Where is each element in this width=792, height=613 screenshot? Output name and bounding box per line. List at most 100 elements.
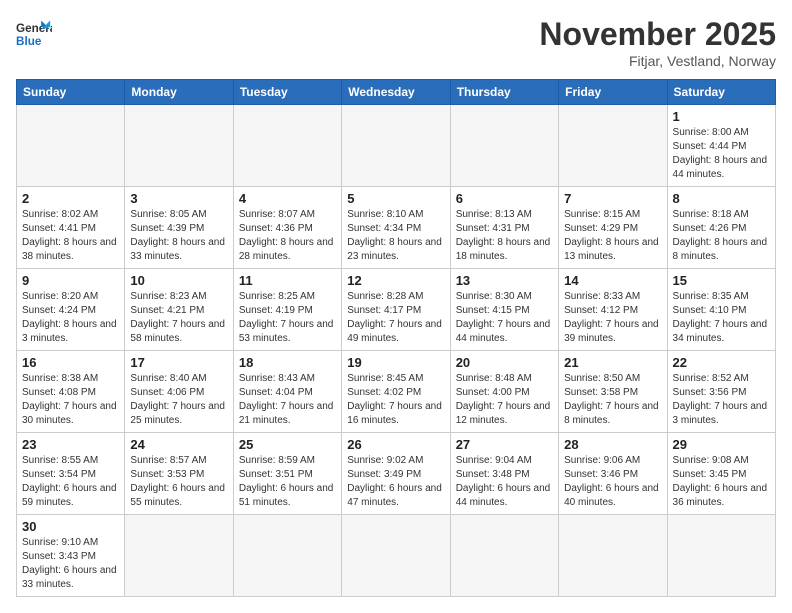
day-info: Sunrise: 9:10 AM Sunset: 3:43 PM Dayligh… xyxy=(22,536,119,592)
day-number: 16 xyxy=(22,355,119,370)
day-number: 12 xyxy=(347,273,444,288)
day-info: Sunrise: 9:08 AM Sunset: 3:45 PM Dayligh… xyxy=(673,454,770,510)
day-number: 18 xyxy=(239,355,336,370)
day-cell: 1 Sunrise: 8:00 AM Sunset: 4:44 PM Daylig… xyxy=(667,105,775,187)
day-number: 13 xyxy=(456,273,553,288)
day-info: Sunrise: 8:02 AM Sunset: 4:41 PM Dayligh… xyxy=(22,208,119,264)
day-number: 28 xyxy=(564,437,661,452)
logo-icon: General Blue xyxy=(16,16,52,52)
day-cell: 13 Sunrise: 8:30 AM Sunset: 4:15 PM Dayli… xyxy=(450,269,558,351)
day-cell: 22 Sunrise: 8:52 AM Sunset: 3:56 PM Dayli… xyxy=(667,351,775,433)
day-cell xyxy=(233,105,341,187)
day-cell: 25Sunrise: 8:59 AM Sunset: 3:51 PM Dayli… xyxy=(233,433,341,515)
week-row-1: 2Sunrise: 8:02 AM Sunset: 4:41 PM Daylig… xyxy=(17,187,776,269)
day-info: Sunrise: 8:48 AM Sunset: 4:00 PM Dayligh… xyxy=(456,372,553,428)
day-cell: 14 Sunrise: 8:33 AM Sunset: 4:12 PM Dayli… xyxy=(559,269,667,351)
day-number: 25 xyxy=(239,437,336,452)
day-number: 22 xyxy=(673,355,770,370)
day-number: 9 xyxy=(22,273,119,288)
day-cell: 16 Sunrise: 8:38 AM Sunset: 4:08 PM Dayli… xyxy=(17,351,125,433)
day-number: 7 xyxy=(564,191,661,206)
day-cell: 28 Sunrise: 9:06 AM Sunset: 3:46 PM Dayli… xyxy=(559,433,667,515)
day-number: 5 xyxy=(347,191,444,206)
day-info: Sunrise: 8:33 AM Sunset: 4:12 PM Dayligh… xyxy=(564,290,661,346)
day-cell: 6Sunrise: 8:13 AM Sunset: 4:31 PM Daylig… xyxy=(450,187,558,269)
week-row-0: 1 Sunrise: 8:00 AM Sunset: 4:44 PM Daylig… xyxy=(17,105,776,187)
day-number: 21 xyxy=(564,355,661,370)
day-info: Sunrise: 8:18 AM Sunset: 4:26 PM Dayligh… xyxy=(673,208,770,264)
day-info: Sunrise: 8:52 AM Sunset: 3:56 PM Dayligh… xyxy=(673,372,770,428)
day-cell: 4Sunrise: 8:07 AM Sunset: 4:36 PM Daylig… xyxy=(233,187,341,269)
title-block: November 2025 Fitjar, Vestland, Norway xyxy=(539,16,776,69)
day-cell xyxy=(125,105,233,187)
day-info: Sunrise: 9:04 AM Sunset: 3:48 PM Dayligh… xyxy=(456,454,553,510)
day-info: Sunrise: 8:05 AM Sunset: 4:39 PM Dayligh… xyxy=(130,208,227,264)
day-cell: 19Sunrise: 8:45 AM Sunset: 4:02 PM Dayli… xyxy=(342,351,450,433)
day-cell: 21Sunrise: 8:50 AM Sunset: 3:58 PM Dayli… xyxy=(559,351,667,433)
day-cell: 15 Sunrise: 8:35 AM Sunset: 4:10 PM Dayli… xyxy=(667,269,775,351)
day-cell: 9 Sunrise: 8:20 AM Sunset: 4:24 PM Daylig… xyxy=(17,269,125,351)
day-number: 11 xyxy=(239,273,336,288)
day-info: Sunrise: 8:15 AM Sunset: 4:29 PM Dayligh… xyxy=(564,208,661,264)
day-info: Sunrise: 8:23 AM Sunset: 4:21 PM Dayligh… xyxy=(130,290,227,346)
day-info: Sunrise: 8:35 AM Sunset: 4:10 PM Dayligh… xyxy=(673,290,770,346)
day-info: Sunrise: 8:10 AM Sunset: 4:34 PM Dayligh… xyxy=(347,208,444,264)
day-cell: 18 Sunrise: 8:43 AM Sunset: 4:04 PM Dayli… xyxy=(233,351,341,433)
day-cell xyxy=(342,515,450,597)
day-info: Sunrise: 8:30 AM Sunset: 4:15 PM Dayligh… xyxy=(456,290,553,346)
day-cell: 8 Sunrise: 8:18 AM Sunset: 4:26 PM Daylig… xyxy=(667,187,775,269)
day-info: Sunrise: 9:06 AM Sunset: 3:46 PM Dayligh… xyxy=(564,454,661,510)
day-cell: 30 Sunrise: 9:10 AM Sunset: 3:43 PM Dayli… xyxy=(17,515,125,597)
day-number: 8 xyxy=(673,191,770,206)
day-info: Sunrise: 8:45 AM Sunset: 4:02 PM Dayligh… xyxy=(347,372,444,428)
day-cell xyxy=(450,515,558,597)
day-cell xyxy=(233,515,341,597)
day-cell xyxy=(17,105,125,187)
day-number: 20 xyxy=(456,355,553,370)
day-cell: 26Sunrise: 9:02 AM Sunset: 3:49 PM Dayli… xyxy=(342,433,450,515)
day-number: 17 xyxy=(130,355,227,370)
day-cell: 27 Sunrise: 9:04 AM Sunset: 3:48 PM Dayli… xyxy=(450,433,558,515)
day-info: Sunrise: 8:00 AM Sunset: 4:44 PM Dayligh… xyxy=(673,126,770,182)
day-cell: 11Sunrise: 8:25 AM Sunset: 4:19 PM Dayli… xyxy=(233,269,341,351)
day-cell: 23Sunrise: 8:55 AM Sunset: 3:54 PM Dayli… xyxy=(17,433,125,515)
day-header-saturday: Saturday xyxy=(667,80,775,105)
day-cell: 20 Sunrise: 8:48 AM Sunset: 4:00 PM Dayli… xyxy=(450,351,558,433)
week-row-2: 9 Sunrise: 8:20 AM Sunset: 4:24 PM Daylig… xyxy=(17,269,776,351)
day-header-friday: Friday xyxy=(559,80,667,105)
day-header-monday: Monday xyxy=(125,80,233,105)
day-info: Sunrise: 8:20 AM Sunset: 4:24 PM Dayligh… xyxy=(22,290,119,346)
day-info: Sunrise: 8:55 AM Sunset: 3:54 PM Dayligh… xyxy=(22,454,119,510)
day-number: 15 xyxy=(673,273,770,288)
day-cell: 7 Sunrise: 8:15 AM Sunset: 4:29 PM Daylig… xyxy=(559,187,667,269)
day-number: 1 xyxy=(673,109,770,124)
day-cell xyxy=(450,105,558,187)
day-info: Sunrise: 8:57 AM Sunset: 3:53 PM Dayligh… xyxy=(130,454,227,510)
days-header-row: SundayMondayTuesdayWednesdayThursdayFrid… xyxy=(17,80,776,105)
day-cell: 10Sunrise: 8:23 AM Sunset: 4:21 PM Dayli… xyxy=(125,269,233,351)
day-cell: 5 Sunrise: 8:10 AM Sunset: 4:34 PM Daylig… xyxy=(342,187,450,269)
day-cell xyxy=(667,515,775,597)
day-info: Sunrise: 8:28 AM Sunset: 4:17 PM Dayligh… xyxy=(347,290,444,346)
day-cell xyxy=(559,105,667,187)
day-info: Sunrise: 8:13 AM Sunset: 4:31 PM Dayligh… xyxy=(456,208,553,264)
day-info: Sunrise: 8:43 AM Sunset: 4:04 PM Dayligh… xyxy=(239,372,336,428)
day-number: 30 xyxy=(22,519,119,534)
day-number: 14 xyxy=(564,273,661,288)
day-info: Sunrise: 9:02 AM Sunset: 3:49 PM Dayligh… xyxy=(347,454,444,510)
day-cell xyxy=(125,515,233,597)
page-header: General Blue November 2025 Fitjar, Vestl… xyxy=(16,16,776,69)
day-cell: 2Sunrise: 8:02 AM Sunset: 4:41 PM Daylig… xyxy=(17,187,125,269)
day-number: 27 xyxy=(456,437,553,452)
day-cell: 17 Sunrise: 8:40 AM Sunset: 4:06 PM Dayli… xyxy=(125,351,233,433)
calendar-title: November 2025 xyxy=(539,16,776,53)
day-cell: 24Sunrise: 8:57 AM Sunset: 3:53 PM Dayli… xyxy=(125,433,233,515)
day-number: 3 xyxy=(130,191,227,206)
day-info: Sunrise: 8:38 AM Sunset: 4:08 PM Dayligh… xyxy=(22,372,119,428)
day-info: Sunrise: 8:40 AM Sunset: 4:06 PM Dayligh… xyxy=(130,372,227,428)
day-cell: 29Sunrise: 9:08 AM Sunset: 3:45 PM Dayli… xyxy=(667,433,775,515)
week-row-3: 16 Sunrise: 8:38 AM Sunset: 4:08 PM Dayli… xyxy=(17,351,776,433)
day-cell: 3 Sunrise: 8:05 AM Sunset: 4:39 PM Daylig… xyxy=(125,187,233,269)
svg-text:Blue: Blue xyxy=(16,35,42,48)
day-header-wednesday: Wednesday xyxy=(342,80,450,105)
